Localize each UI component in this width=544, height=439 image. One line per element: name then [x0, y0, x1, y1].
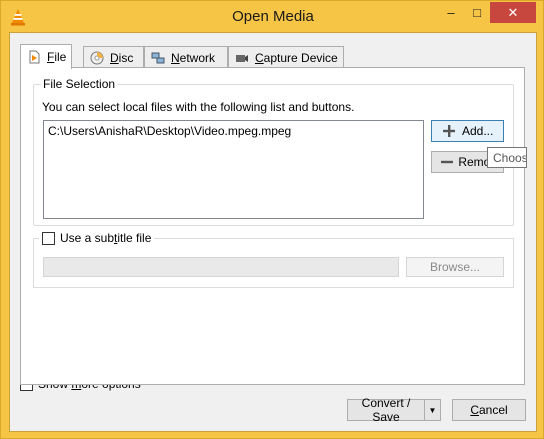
list-item[interactable]: C:\Users\AnishaR\Desktop\Video.mpeg.mpeg	[48, 124, 291, 138]
tab-disc[interactable]: Disc	[83, 46, 144, 68]
subtitle-path-input	[43, 257, 399, 277]
convert-save-button[interactable]: Convert / Save ▼	[347, 396, 441, 424]
maximize-button[interactable]: □	[464, 2, 490, 23]
file-tab-panel: File Selection You can select local file…	[20, 67, 525, 385]
subtitle-group: Use a subtitle file Browse...	[33, 231, 514, 288]
subtitle-checkbox[interactable]	[42, 231, 55, 245]
tab-disc-label: Disc	[110, 50, 134, 65]
plus-icon	[438, 125, 460, 137]
add-button[interactable]: Add...	[431, 120, 504, 142]
tab-capture-device[interactable]: Capture Device	[228, 46, 344, 68]
network-icon	[151, 51, 165, 65]
file-selection-group: File Selection You can select local file…	[33, 77, 514, 226]
file-play-icon	[27, 50, 41, 64]
subtitle-label: Use a subtitle file	[60, 231, 152, 245]
cancel-button[interactable]: Cancel	[452, 399, 526, 421]
add-tooltip: Choose one or more media file to open	[487, 147, 527, 168]
tab-network[interactable]: Network	[144, 46, 228, 68]
tab-network-label: Network	[171, 50, 216, 65]
subtitle-checkbox-row[interactable]: Use a subtitle file	[39, 231, 155, 245]
minimize-button[interactable]: –	[438, 2, 464, 23]
file-selection-hint: You can select local files with the foll…	[42, 100, 355, 114]
convert-save-label: Convert / Save	[361, 396, 411, 424]
tab-file[interactable]: File	[20, 44, 72, 69]
dialog-body: File Disc Network Capture Device File Se…	[9, 32, 537, 432]
minus-icon	[438, 156, 456, 168]
title-bar[interactable]: Open Media – □ ✕	[1, 1, 544, 33]
tab-file-label: File	[47, 50, 67, 64]
disc-icon	[90, 51, 104, 65]
capture-icon	[235, 51, 249, 65]
dropdown-arrow-icon[interactable]: ▼	[424, 400, 440, 420]
open-media-window: Open Media – □ ✕ File Disc Network Captu…	[0, 0, 544, 439]
cancel-label: Cancel	[470, 403, 508, 417]
close-button[interactable]: ✕	[490, 2, 536, 23]
add-button-label: Add...	[462, 124, 494, 138]
browse-button: Browse...	[406, 257, 504, 277]
file-selection-title: File Selection	[41, 77, 118, 91]
file-list[interactable]: C:\Users\AnishaR\Desktop\Video.mpeg.mpeg	[43, 120, 424, 219]
tab-capture-label: Capture Device	[255, 50, 338, 65]
